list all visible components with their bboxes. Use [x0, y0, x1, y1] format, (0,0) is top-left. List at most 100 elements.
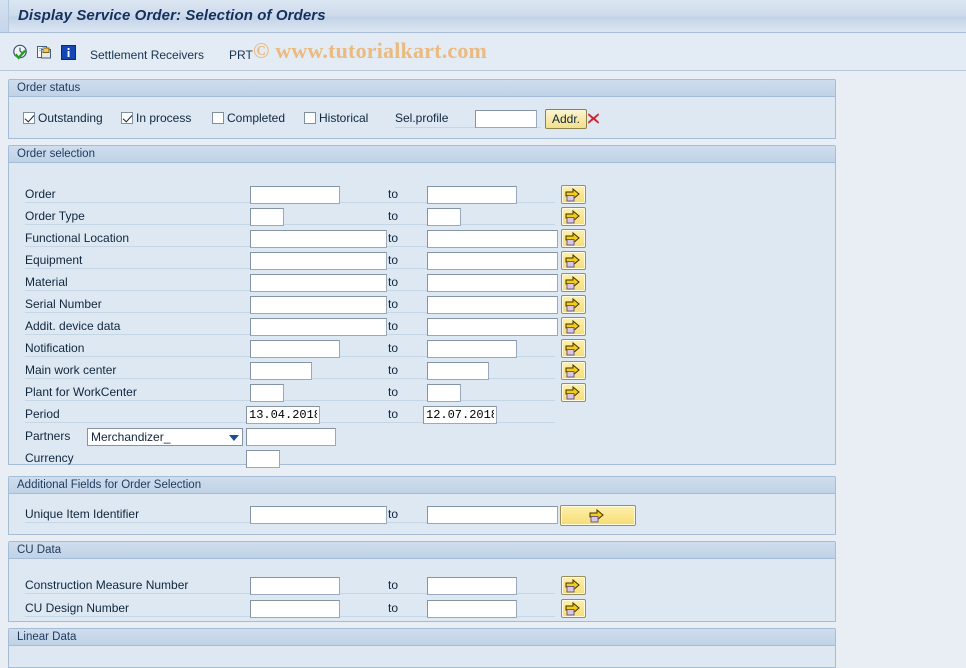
panel-cu-data-header: CU Data: [9, 542, 835, 559]
input-order-type-from[interactable]: [250, 208, 284, 226]
input-partners-value[interactable]: [246, 428, 336, 446]
multi-select-order-type-button[interactable]: [561, 207, 586, 226]
input-equipment-to[interactable]: [427, 252, 558, 270]
input-serial-number-from[interactable]: [250, 296, 387, 314]
panel-additional-fields-body: Unique Item Identifier to: [9, 494, 835, 534]
to-label-order: to: [388, 187, 398, 201]
checkbox-outstanding-box[interactable]: [23, 112, 35, 124]
checkbox-historical-box[interactable]: [304, 112, 316, 124]
label-order-type: Order Type: [25, 209, 85, 223]
label-unique-item-identifier: Unique Item Identifier: [25, 507, 139, 521]
label-construction-measure-number: Construction Measure Number: [25, 578, 188, 592]
title-bar-left-grip: [0, 0, 9, 32]
multi-select-cu-design-number-button[interactable]: [561, 599, 586, 618]
input-currency[interactable]: [246, 450, 280, 468]
checkbox-outstanding[interactable]: Outstanding: [23, 111, 103, 125]
multi-select-functional-location-button[interactable]: [561, 229, 586, 248]
execute-clock-check-icon[interactable]: [12, 44, 29, 61]
input-order-type-to[interactable]: [427, 208, 461, 226]
input-unique-item-identifier-to[interactable]: [427, 506, 558, 524]
label-partners: Partners: [25, 429, 70, 443]
input-order-to[interactable]: [427, 186, 517, 204]
checkbox-in-process-label: In process: [136, 111, 191, 125]
to-label-addit-device-data: to: [388, 319, 398, 333]
input-serial-number-to[interactable]: [427, 296, 558, 314]
multi-select-order-button[interactable]: [561, 185, 586, 204]
input-material-to[interactable]: [427, 274, 558, 292]
input-addit-device-data-from[interactable]: [250, 318, 387, 336]
label-addit-device-data: Addit. device data: [25, 319, 120, 333]
panel-linear-data: Linear Data: [8, 628, 836, 668]
input-addit-device-data-to[interactable]: [427, 318, 558, 336]
window-title-bar: Display Service Order: Selection of Orde…: [0, 0, 966, 33]
addr-button[interactable]: Addr.: [545, 109, 587, 129]
input-notification-to[interactable]: [427, 340, 517, 358]
input-construction-measure-number-from[interactable]: [250, 577, 340, 595]
panel-additional-fields: Additional Fields for Order Selection Un…: [8, 476, 836, 535]
checkbox-historical[interactable]: Historical: [304, 111, 368, 125]
multi-select-equipment-button[interactable]: [561, 251, 586, 270]
checkbox-in-process[interactable]: In process: [121, 111, 191, 125]
sel-profile-label: Sel.profile: [395, 111, 448, 125]
to-label-period: to: [388, 407, 398, 421]
input-plant-for-workcenter-to[interactable]: [427, 384, 461, 402]
prt-button[interactable]: PRT: [229, 48, 253, 62]
panel-order-selection-body: Order to Order Type to Functional Locati…: [9, 163, 835, 464]
to-label-equipment: to: [388, 253, 398, 267]
settlement-receivers-button[interactable]: Settlement Receivers: [90, 48, 204, 62]
to-label-functional-location: to: [388, 231, 398, 245]
partners-dropdown[interactable]: Merchandizer_: [87, 428, 243, 446]
input-period-from[interactable]: [246, 406, 320, 424]
panel-order-selection-header: Order selection: [9, 146, 835, 163]
checkbox-historical-label: Historical: [319, 111, 368, 125]
input-material-from[interactable]: [250, 274, 387, 292]
multi-select-unique-item-identifier-button[interactable]: [560, 505, 636, 526]
partners-dropdown-value: Merchandizer_: [91, 430, 170, 444]
copy-multiple-selection-icon[interactable]: [36, 44, 53, 61]
input-notification-from[interactable]: [250, 340, 340, 358]
label-notification: Notification: [25, 341, 84, 355]
multi-select-notification-button[interactable]: [561, 339, 586, 358]
input-functional-location-to[interactable]: [427, 230, 558, 248]
input-construction-measure-number-to[interactable]: [427, 577, 517, 595]
to-label-construction-measure-number: to: [388, 578, 398, 592]
input-unique-item-identifier-from[interactable]: [250, 506, 387, 524]
delete-red-x-icon[interactable]: [587, 112, 600, 125]
to-label-notification: to: [388, 341, 398, 355]
sel-profile-input[interactable]: [475, 110, 537, 128]
label-main-work-center: Main work center: [25, 363, 116, 377]
multi-select-construction-measure-number-button[interactable]: [561, 576, 586, 595]
panel-order-status-body: Outstanding In process Completed Histori…: [9, 97, 835, 138]
label-cu-design-number: CU Design Number: [25, 601, 129, 615]
label-plant-for-workcenter: Plant for WorkCenter: [25, 385, 137, 399]
input-main-work-center-to[interactable]: [427, 362, 489, 380]
label-equipment: Equipment: [25, 253, 82, 267]
checkbox-completed[interactable]: Completed: [212, 111, 285, 125]
label-functional-location: Functional Location: [25, 231, 129, 245]
row-guide: [25, 400, 555, 401]
chevron-down-icon[interactable]: [229, 435, 239, 441]
multi-select-material-button[interactable]: [561, 273, 586, 292]
page-title: Display Service Order: Selection of Orde…: [18, 7, 326, 24]
multi-select-serial-number-button[interactable]: [561, 295, 586, 314]
multi-select-main-work-center-button[interactable]: [561, 361, 586, 380]
to-label-main-work-center: to: [388, 363, 398, 377]
input-cu-design-number-from[interactable]: [250, 600, 340, 618]
input-functional-location-from[interactable]: [250, 230, 387, 248]
multi-select-addit-device-data-button[interactable]: [561, 317, 586, 336]
input-main-work-center-from[interactable]: [250, 362, 312, 380]
checkbox-in-process-box[interactable]: [121, 112, 133, 124]
checkbox-completed-box[interactable]: [212, 112, 224, 124]
to-label-material: to: [388, 275, 398, 289]
panel-linear-data-body: [9, 646, 835, 666]
input-cu-design-number-to[interactable]: [427, 600, 517, 618]
input-plant-for-workcenter-from[interactable]: [250, 384, 284, 402]
multi-select-plant-for-workcenter-button[interactable]: [561, 383, 586, 402]
input-period-to[interactable]: [423, 406, 497, 424]
input-order-from[interactable]: [250, 186, 340, 204]
to-label-unique-item-identifier: to: [388, 507, 398, 521]
input-equipment-from[interactable]: [250, 252, 387, 270]
info-icon[interactable]: [60, 44, 77, 61]
label-currency: Currency: [25, 451, 74, 465]
panel-additional-fields-header: Additional Fields for Order Selection: [9, 477, 835, 494]
